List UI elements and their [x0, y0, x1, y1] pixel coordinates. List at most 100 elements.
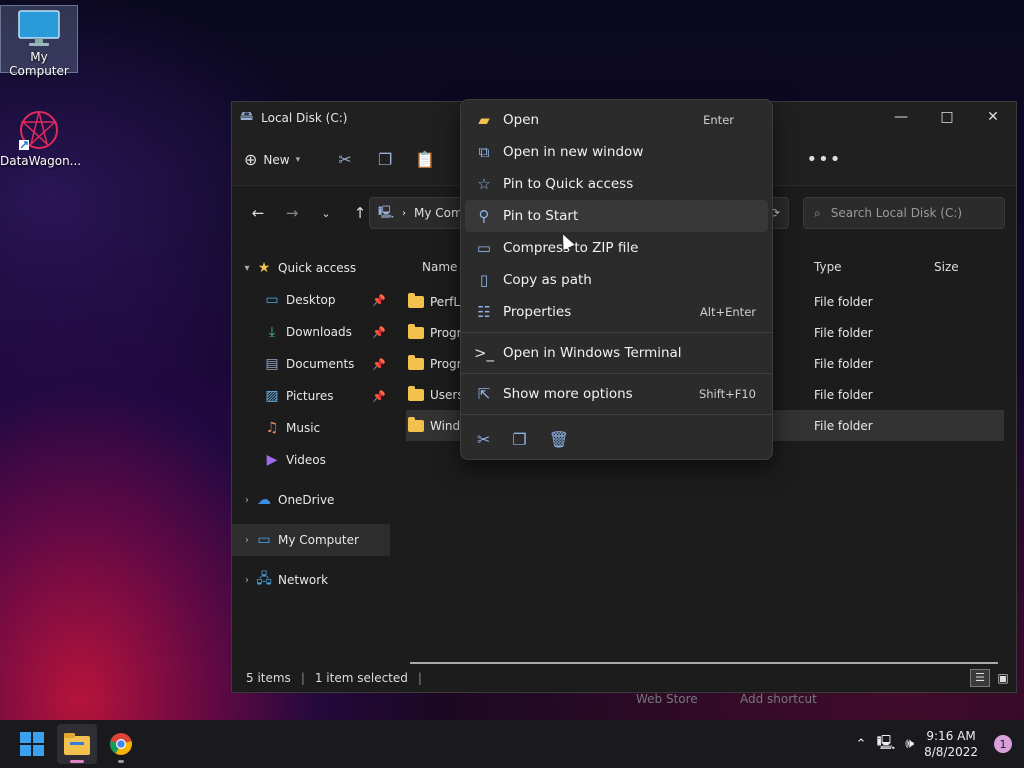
breadcrumb-path[interactable]: My Com [414, 206, 463, 220]
volume-icon[interactable]: 🕪 [905, 736, 914, 752]
file-type: File folder [814, 387, 873, 402]
menu-item-properties[interactable]: ☷ Properties Alt+Enter [465, 296, 768, 328]
sidebar-item-label: Network [278, 573, 329, 587]
window-title: Local Disk (C:) [261, 111, 348, 125]
chevron-right-icon[interactable]: › [240, 495, 254, 506]
menu-item-shortcut: Enter [703, 113, 734, 127]
sidebar-item-label: My Computer [278, 533, 359, 547]
menu-item-label: Pin to Start [503, 208, 579, 224]
folder-icon [408, 354, 424, 370]
more-options-icon: ⇱ [477, 385, 491, 403]
menu-item-open-terminal[interactable]: >_ Open in Windows Terminal [465, 337, 768, 369]
menu-item-compress-zip[interactable]: ▭ Compress to ZIP file [465, 232, 768, 264]
details-view-icon[interactable]: ☰ [970, 669, 990, 687]
running-indicator [118, 760, 124, 763]
sidebar-item-downloads[interactable]: ⤓ Downloads 📌 [232, 316, 390, 348]
search-icon: ⌕ [814, 205, 821, 220]
more-icon[interactable]: ••• [806, 149, 841, 170]
minimize-button[interactable]: — [878, 102, 924, 132]
taskbar-file-explorer[interactable] [57, 724, 97, 764]
file-explorer-icon [64, 733, 90, 755]
windows-logo-icon [20, 732, 44, 756]
column-header-type[interactable]: Type [814, 260, 842, 274]
clock-date: 8/8/2022 [924, 745, 978, 759]
sidebar-item-my-computer[interactable]: › ▭ My Computer [232, 524, 390, 556]
external-window-icon: ⧉ [478, 143, 490, 161]
folder-icon [408, 416, 424, 432]
sidebar-item-label: Documents [286, 357, 355, 371]
column-header-name[interactable]: Name [422, 260, 457, 274]
tiles-view-icon[interactable]: ▣ [994, 669, 1012, 687]
back-arrow-icon[interactable]: ← [244, 204, 272, 222]
sidebar-item-label: Pictures [286, 389, 334, 403]
video-icon: ▶ [266, 452, 278, 468]
file-type: File folder [814, 325, 873, 340]
menu-item-pin-quick-access[interactable]: ☆ Pin to Quick access [465, 168, 768, 200]
picture-icon: ▨ [265, 388, 279, 404]
selection-count: 1 item selected [314, 671, 408, 685]
menu-item-shortcut: Shift+F10 [698, 387, 756, 401]
sidebar-item-onedrive[interactable]: › ☁ OneDrive [232, 484, 390, 516]
pin-icon: 📌 [372, 357, 386, 371]
chevron-down-icon[interactable]: ▾ [240, 263, 254, 274]
menu-item-show-more-options[interactable]: ⇱ Show more options Shift+F10 [465, 378, 768, 410]
search-input[interactable]: ⌕ Search Local Disk (C:) [803, 197, 1005, 229]
chevron-right-icon[interactable]: › [240, 535, 254, 546]
clock-time: 9:16 AM [926, 729, 976, 743]
file-name: Progr [430, 356, 462, 371]
copy-icon[interactable]: ❐ [374, 150, 396, 169]
status-divider: | [300, 671, 305, 685]
chevron-right-icon[interactable]: › [240, 575, 254, 586]
new-button[interactable]: ⊕ New ▾ [244, 150, 300, 169]
folder-open-icon: ▰ [478, 111, 490, 129]
delete-icon[interactable]: 🗑 [549, 430, 569, 449]
desktop-icon-my-computer[interactable]: My Computer [0, 5, 78, 78]
search-placeholder: Search Local Disk (C:) [830, 206, 963, 220]
menu-item-open-new-window[interactable]: ⧉ Open in new window [465, 136, 768, 168]
item-count: 5 items [246, 671, 291, 685]
sidebar-item-quick-access[interactable]: ▾ ★ Quick access [232, 252, 390, 284]
desktop-icon-label: DataWagon... [0, 154, 82, 168]
status-bar: 5 items | 1 item selected | ☰ ▣ [232, 664, 1016, 692]
menu-item-label: Open in Windows Terminal [503, 345, 682, 361]
cut-icon[interactable]: ✂ [477, 430, 490, 449]
clock[interactable]: 9:16 AM 8/8/2022 [924, 728, 978, 760]
close-button[interactable]: ✕ [970, 102, 1016, 132]
menu-item-shortcut: Alt+Enter [699, 305, 756, 319]
network-status-icon[interactable]: 🖳 [877, 732, 896, 756]
file-name: Users [430, 387, 464, 402]
notification-badge[interactable]: 1 [994, 735, 1012, 753]
sidebar-item-desktop[interactable]: ▭ Desktop 📌 [232, 284, 390, 316]
folder-icon [408, 323, 424, 339]
taskbar-chrome[interactable] [101, 724, 141, 764]
chevron-up-icon[interactable]: ⌃ [856, 737, 867, 752]
menu-item-pin-to-start[interactable]: ⚲ Pin to Start [465, 200, 768, 232]
forward-arrow-icon[interactable]: → [278, 204, 306, 222]
start-button[interactable] [12, 724, 52, 764]
desktop-icon-datawagon[interactable]: DataWagon... [0, 104, 82, 168]
sidebar-item-label: Desktop [286, 293, 336, 307]
ghost-add-shortcut: Add shortcut [740, 692, 817, 706]
menu-item-open[interactable]: ▰ Open Enter [465, 104, 768, 136]
copy-icon[interactable]: ❐ [512, 430, 526, 449]
menu-item-copy-as-path[interactable]: ▯ Copy as path [465, 264, 768, 296]
pin-icon: 📌 [372, 325, 386, 339]
menu-item-label: Pin to Quick access [503, 176, 634, 192]
paste-icon[interactable]: 📋 [414, 150, 436, 169]
computer-icon: 🖳 [378, 204, 395, 219]
file-name: Progr [430, 325, 462, 340]
sidebar-item-network[interactable]: › 🖧 Network [232, 564, 390, 596]
menu-separator [461, 414, 772, 415]
recent-locations-chevron-icon[interactable]: ⌄ [312, 207, 340, 220]
sidebar-item-documents[interactable]: ▤ Documents 📌 [232, 348, 390, 380]
sidebar-item-pictures[interactable]: ▨ Pictures 📌 [232, 380, 390, 412]
sidebar-item-label: OneDrive [278, 493, 335, 507]
star-icon: ★ [257, 260, 271, 276]
pin-icon: 📌 [372, 389, 386, 403]
cut-icon[interactable]: ✂ [334, 150, 356, 169]
sidebar-item-videos[interactable]: ▶ Videos [232, 444, 390, 476]
properties-icon: ☷ [477, 303, 491, 321]
column-header-size[interactable]: Size [934, 260, 959, 274]
sidebar-item-music[interactable]: ♫ Music [232, 412, 390, 444]
maximize-button[interactable]: □ [924, 102, 970, 132]
